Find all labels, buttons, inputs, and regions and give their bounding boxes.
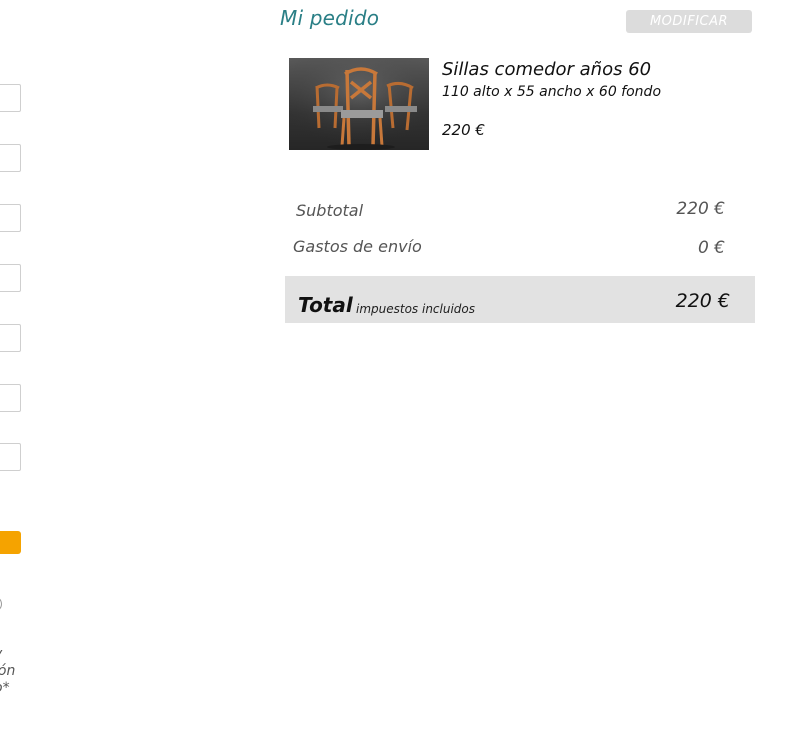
form-field-7[interactable] [0,443,21,471]
form-field-4[interactable] [0,264,21,292]
taxes-included-note: impuestos incluidos [356,302,476,316]
product-dimensions: 110 alto x 55 ancho x 60 fondo [442,84,662,100]
subtotal-value: 220 € [676,199,725,219]
product-price: 220 € [442,121,485,139]
form-field-5[interactable] [0,324,21,352]
order-title: Mi pedido [280,6,380,30]
product-image [289,58,429,150]
chairs-photo-icon [289,58,429,150]
form-field-3[interactable] [0,204,21,232]
submit-button[interactable] [0,531,21,554]
total-row: Total impuestos incluidos 220 € [285,276,755,323]
radio-button[interactable] [0,596,2,612]
subtotal-label: Subtotal [296,201,364,220]
form-field-6[interactable] [0,384,21,412]
product-name[interactable]: Sillas comedor años 60 [442,59,651,80]
total-label: Total [298,293,353,317]
shipping-label: Gastos de envío [293,237,422,256]
form-field-2[interactable] [0,144,21,172]
total-value: 220 € [675,290,730,312]
terms-label-fragment: y ión o* [0,646,16,696]
shipping-value: 0 € [697,238,725,258]
form-field-1[interactable] [0,84,21,112]
modify-button[interactable]: MODIFICAR [626,10,752,33]
